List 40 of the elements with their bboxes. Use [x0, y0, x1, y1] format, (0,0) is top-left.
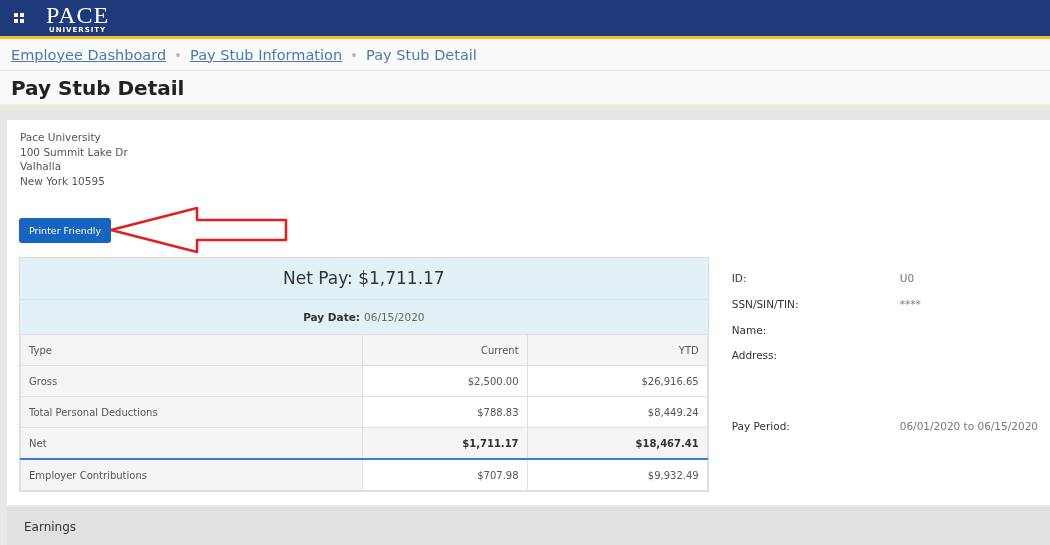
column-header: YTD [527, 334, 708, 366]
table-cell: $2,500.00 [362, 365, 528, 397]
field-value: U0 [899, 272, 915, 284]
current-page-label: Pay Stub Detail [366, 46, 477, 63]
pay-date-value: 06/15/2020 [364, 311, 425, 323]
net-pay-heading: Net Pay: $1,711.17 [20, 258, 708, 300]
table-cell: $788.83 [362, 396, 528, 428]
field-value: 06/01/2020 to 06/15/2020 [899, 420, 1038, 432]
app-grid-icon[interactable] [14, 13, 24, 23]
field-label: SSN/SIN/TIN: [731, 298, 800, 310]
section-header[interactable]: Earnings [7, 507, 1050, 545]
table-cell: Net [20, 427, 363, 459]
field-label: Name: [731, 324, 768, 336]
table-cell: $26,916.65 [527, 365, 708, 397]
section-title: Earnings [24, 520, 77, 534]
table-cell: Employer Contributions [20, 459, 363, 491]
field-label: Address: [731, 349, 779, 361]
address-line: New York 10595 [20, 173, 106, 188]
field-value: **** [899, 298, 921, 310]
table-cell: $1,711.17 [362, 427, 528, 459]
table-cell: $9,932.49 [527, 459, 708, 491]
breadcrumb-separator [352, 52, 357, 57]
column-header: Current [362, 334, 528, 366]
breadcrumb-link[interactable]: Employee Dashboard [11, 46, 167, 63]
address-line: Valhalla [20, 159, 63, 174]
table-cell: $8,449.24 [527, 396, 708, 428]
address-line: Pace University [20, 130, 102, 145]
table-cell: Total Personal Deductions [20, 396, 363, 428]
table-cell: $18,467.41 [527, 427, 708, 459]
page-title: Pay Stub Detail [11, 75, 185, 100]
column-header: Type [20, 334, 363, 366]
breadcrumb-separator [176, 52, 181, 57]
field-label: Pay Period: [731, 420, 791, 432]
printer-friendly-button[interactable]: Printer Friendly [19, 217, 112, 243]
table-cell: $707.98 [362, 459, 528, 491]
address-line: 100 Summit Lake Dr [20, 144, 129, 159]
pay-date-label: Pay Date: [303, 311, 360, 323]
table-cell: Gross [20, 365, 363, 397]
field-label: ID: [731, 272, 748, 284]
breadcrumb-link[interactable]: Pay Stub Information [190, 46, 343, 63]
